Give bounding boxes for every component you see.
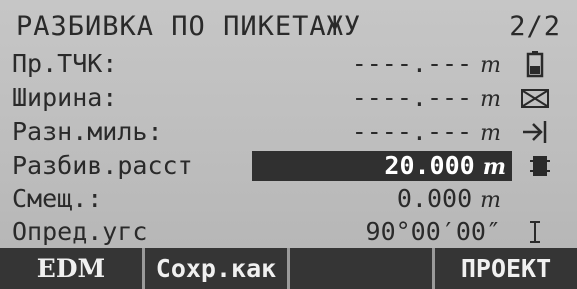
title-bar: РАЗБИВКА ПО ПИКЕТАЖУ 2/2 (16, 6, 561, 46)
field-row-stakeout-distance: Разбив.расст 20.000 m (12, 150, 560, 181)
prism-target-icon (515, 116, 555, 147)
edm-softkey[interactable]: EDM (0, 248, 142, 289)
value-text: 90°00′00″ (365, 217, 501, 246)
field-label: Смещ.: (12, 184, 103, 213)
field-row-angle: Опред.угс 90°00′00″ (12, 216, 560, 247)
field-row-mile-diff: Разн.миль: ----.--- m (12, 116, 560, 147)
field-row-offset: Смещ.: 0.000 m (12, 183, 560, 214)
unit-label: m (480, 87, 501, 112)
field-row-point: Пр.ТЧК: ----.--- m (12, 48, 560, 79)
field-label: Пр.ТЧК: (12, 49, 118, 78)
blank-softkey[interactable] (290, 248, 432, 289)
unit-label: m (480, 121, 501, 146)
unit-label: m (482, 153, 506, 180)
field-label: Разбив.расст (12, 151, 193, 180)
field-row-width: Ширина: ----.--- m (12, 82, 560, 113)
project-softkey[interactable]: ПРОЕКТ (435, 248, 577, 289)
no-signal-icon (515, 82, 555, 113)
value-text: 0.000 (396, 184, 473, 213)
tilt-compensator-icon (520, 150, 560, 181)
stakeout-distance-input[interactable]: 20.000 m (252, 150, 512, 181)
softkey-bar: EDM Сохр.как ПРОЕКТ (0, 248, 577, 289)
field-value[interactable]: ----.--- m (252, 83, 507, 112)
field-value[interactable]: 90°00′00″ (252, 217, 507, 246)
save-as-softkey[interactable]: Сохр.как (145, 248, 287, 289)
text-cursor-icon (515, 216, 555, 247)
field-label: Опред.угс (12, 217, 148, 246)
unit-label: m (480, 53, 501, 78)
unit-label: m (480, 188, 501, 213)
field-label: Разн.миль: (12, 117, 163, 146)
field-value[interactable]: ----.--- m (252, 49, 507, 78)
value-text: ----.--- (351, 83, 473, 112)
value-text: 20.000 (384, 150, 475, 180)
field-value[interactable]: 0.000 m (252, 184, 507, 213)
value-text: ----.--- (351, 49, 473, 78)
instrument-screen: РАЗБИВКА ПО ПИКЕТАЖУ 2/2 Пр.ТЧК: ----.--… (0, 0, 577, 289)
page-indicator: 2/2 (509, 10, 561, 42)
screen-title: РАЗБИВКА ПО ПИКЕТАЖУ (16, 10, 362, 42)
field-label: Ширина: (12, 83, 118, 112)
value-text: ----.--- (351, 117, 473, 146)
empty-icon-slot (515, 183, 555, 214)
field-value[interactable]: ----.--- m (252, 117, 507, 146)
battery-icon (515, 48, 555, 79)
